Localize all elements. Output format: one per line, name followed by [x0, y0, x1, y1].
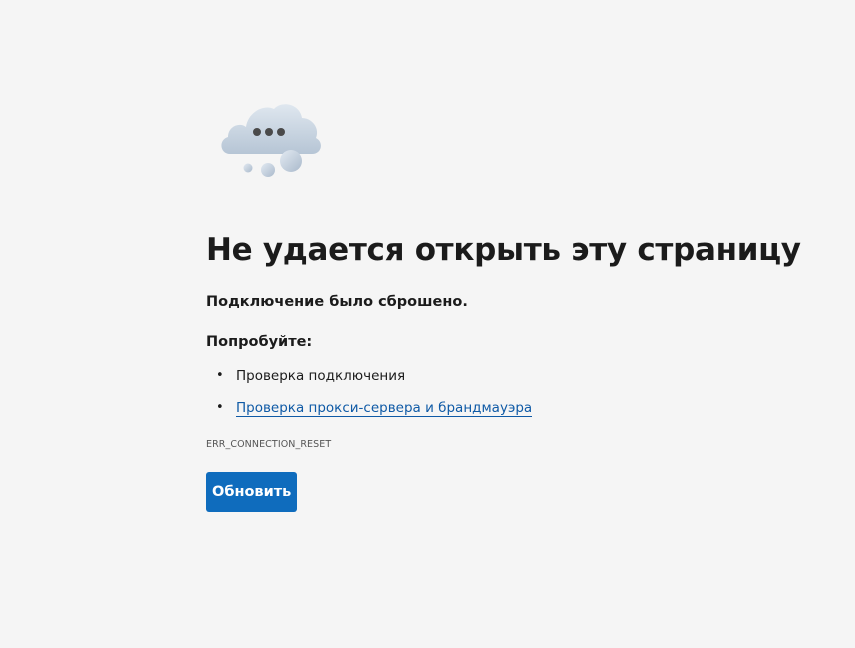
suggestion-check-connection: • Проверка подключения	[206, 366, 532, 398]
suggestion-label: Проверка подключения	[236, 368, 406, 384]
error-code: ERR_CONNECTION_RESET	[206, 439, 332, 450]
bullet: •	[216, 400, 224, 415]
cloud-dots-icon	[221, 104, 321, 177]
bullet: •	[216, 368, 224, 383]
suggestion-check-proxy-firewall: • Проверка прокси-сервера и брандмауэра	[206, 398, 533, 430]
suggestions-list: • Проверка подключения • Проверка прокси…	[206, 366, 533, 430]
page-title: Не удается открыть эту страницу	[206, 232, 801, 268]
try-heading: Попробуйте:	[206, 334, 313, 350]
error-subtitle: Подключение было сброшено.	[206, 294, 468, 310]
reload-button[interactable]: Обновить	[206, 472, 298, 512]
proxy-firewall-link[interactable]: Проверка прокси-сервера и брандмауэра	[236, 400, 533, 417]
